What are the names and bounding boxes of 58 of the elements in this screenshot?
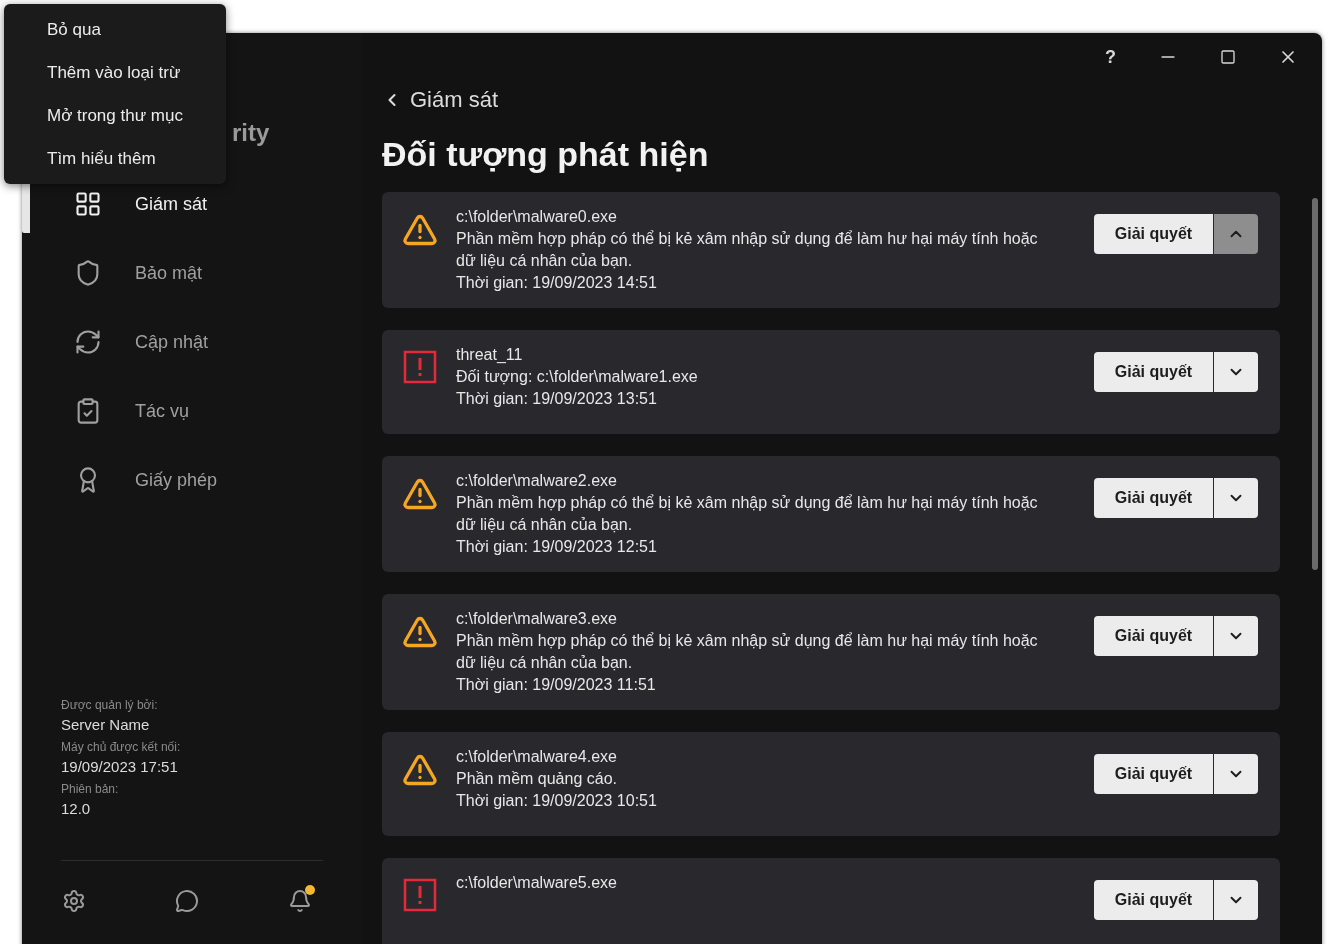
detection-time: Thời gian: 19/09/2023 12:51: [456, 537, 658, 557]
detection-description: Đối tượng: c:\folder\malware1.exe: [456, 367, 699, 387]
expand-toggle-button[interactable]: [1214, 214, 1258, 254]
bell-icon: [288, 889, 312, 913]
resolve-button[interactable]: Giải quyết: [1094, 214, 1213, 254]
detection-title: c:\folder\malware3.exe: [456, 609, 618, 629]
chat-bubble-icon[interactable]: [175, 889, 199, 913]
scrollbar[interactable]: [1312, 198, 1318, 570]
sidebar-nav-item[interactable]: Bảo mật: [22, 244, 362, 302]
app-title: rity: [232, 118, 270, 148]
context-menu-item[interactable]: Mở trong thư mục: [4, 94, 226, 137]
info-value: 12.0: [61, 799, 92, 819]
warning-icon: [402, 212, 438, 248]
sidebar-nav-item[interactable]: Giấy phép: [22, 451, 362, 509]
expand-toggle-button[interactable]: [1214, 616, 1258, 656]
detection-time: Thời gian: 19/09/2023 13:51: [456, 389, 658, 409]
detection-title: c:\folder\malware0.exe: [456, 207, 618, 227]
detection-time: Thời gian: 19/09/2023 10:51: [456, 791, 658, 811]
detection-description: Phần mềm hợp pháp có thể bị kẻ xâm nhập sử dụng để làm hư hại máy tính hoặc dữ liệu cá nhân của bạn.: [456, 631, 1039, 673]
detection-title: c:\folder\malware4.exe: [456, 747, 618, 767]
alert-square-icon: [403, 878, 437, 912]
expand-toggle-button[interactable]: [1214, 880, 1258, 920]
maximize-icon[interactable]: [1220, 49, 1236, 65]
expand-toggle-button[interactable]: [1214, 478, 1258, 518]
detection-title: c:\folder\malware5.exe: [456, 873, 618, 893]
resolve-button[interactable]: Giải quyết: [1094, 880, 1213, 920]
context-menu-item[interactable]: Thêm vào loại trừ: [4, 51, 226, 94]
resolve-button[interactable]: Giải quyết: [1094, 352, 1213, 392]
warning-icon: [402, 614, 438, 650]
sidebar-nav-item[interactable]: Cập nhật: [22, 313, 362, 371]
expand-toggle-button[interactable]: [1214, 754, 1258, 794]
grid-icon: [74, 190, 102, 218]
resolve-button[interactable]: Giải quyết: [1094, 616, 1213, 656]
detection-description: Phần mềm hợp pháp có thể bị kẻ xâm nhập sử dụng để làm hư hại máy tính hoặc dữ liệu cá nhân của bạn.: [456, 229, 1039, 271]
warning-icon: [402, 752, 438, 788]
resolve-button[interactable]: Giải quyết: [1094, 478, 1213, 518]
back-link[interactable]: Giám sát: [382, 83, 1280, 116]
info-label: Được quản lý bởi:: [61, 697, 159, 714]
detection-description: Phần mềm hợp pháp có thể bị kẻ xâm nhập sử dụng để làm hư hại máy tính hoặc dữ liệu cá nhân của bạn.: [456, 493, 1039, 535]
detection-title: c:\folder\malware2.exe: [456, 471, 618, 491]
info-value: Server Name: [61, 715, 151, 735]
resolve-button[interactable]: Giải quyết: [1094, 754, 1213, 794]
expand-toggle-button[interactable]: [1214, 352, 1258, 392]
sidebar-nav-item[interactable]: Tác vụ: [22, 382, 362, 440]
warning-icon: [402, 476, 438, 512]
info-label: Máy chủ được kết nối:: [61, 739, 182, 756]
help-button[interactable]: ?: [1105, 43, 1116, 71]
detection-time: Thời gian: 19/09/2023 11:51: [456, 675, 657, 695]
detection-time: Thời gian: 19/09/2023 14:51: [456, 273, 658, 293]
info-label: Phiên bản:: [61, 781, 120, 798]
page-title: Đối tượng phát hiện: [382, 134, 710, 175]
refresh-icon: [74, 328, 102, 356]
alert-square-icon: [403, 350, 437, 384]
detection-title: threat_11: [456, 345, 524, 365]
context-menu-item[interactable]: Bỏ qua: [4, 8, 226, 51]
settings-icon[interactable]: [62, 889, 86, 913]
detection-description: Phần mềm quảng cáo.: [456, 769, 618, 789]
info-value: 19/09/2023 17:51: [61, 757, 179, 777]
